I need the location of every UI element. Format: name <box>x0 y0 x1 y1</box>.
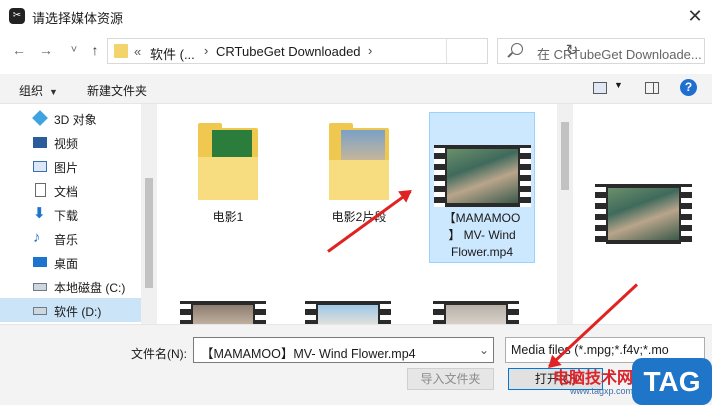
filename-value[interactable]: 【MAMAMOO】MV- Wind Flower.mp4 <box>201 343 416 362</box>
recent-locations-chevron-icon[interactable]: ˅ <box>64 40 84 60</box>
sidebar-item-label: 桌面 <box>54 257 79 271</box>
watermark-text: 电脑技术网 <box>553 370 634 387</box>
sidebar-item-label: 视频 <box>54 137 79 151</box>
sidebar-item-drive-c[interactable]: 本地磁盘 (C:) <box>0 274 141 298</box>
back-arrow-icon[interactable]: ← <box>9 40 29 60</box>
video-thumbnail-icon[interactable] <box>305 301 391 324</box>
chevron-down-icon[interactable]: ⌄ <box>479 343 489 357</box>
file-name-line-3: Flower.mp4 <box>450 245 514 259</box>
search-box[interactable]: 在 CRTubeGet Downloade... <box>497 38 705 64</box>
view-caret-icon[interactable]: ▼ <box>614 80 623 90</box>
new-folder-button[interactable]: 新建文件夹 <box>87 82 147 99</box>
download-icon: ⬇ <box>33 205 46 222</box>
sidebar-item-label: 本地磁盘 (C:) <box>54 281 126 295</box>
folder-item-movie1[interactable]: 电影1 <box>174 112 282 232</box>
filename-label: 文件名(N): <box>131 347 187 361</box>
document-icon <box>35 183 46 197</box>
caret-down-icon: ▼ <box>49 87 58 97</box>
forward-arrow-icon[interactable]: → <box>36 40 56 60</box>
watermark-url: www.tagxp.com <box>570 386 634 396</box>
sidebar-item-label: 图片 <box>54 161 79 175</box>
sidebar-scrollbar[interactable] <box>141 104 157 324</box>
sidebar-item-3d-objects[interactable]: 3D 对象 <box>0 106 141 130</box>
music-icon: ♪ <box>33 229 41 246</box>
video-icon <box>33 137 47 148</box>
sidebar-item-music[interactable]: ♪ 音乐 <box>0 226 141 250</box>
watermark-logo: TAG <box>632 358 712 405</box>
file-name-line-1: 【MAMAMOO <box>443 211 521 225</box>
sidebar-item-documents[interactable]: 文档 <box>0 178 141 202</box>
file-name: 电影1 <box>212 210 244 224</box>
desktop-icon <box>33 257 47 267</box>
up-arrow-icon[interactable]: ↑ <box>85 40 105 60</box>
scrollbar-thumb[interactable] <box>145 178 153 288</box>
breadcrumb-drive[interactable]: 软件 (... <box>150 44 195 63</box>
chevron-right-icon[interactable]: › <box>204 43 208 58</box>
filename-field[interactable]: 【MAMAMOO】MV- Wind Flower.mp4 ⌄ <box>193 337 494 363</box>
search-icon <box>511 43 523 55</box>
organize-label: 组织 <box>19 84 44 98</box>
title-bar: ✂ 请选择媒体资源 ✕ <box>0 0 712 32</box>
address-overflow[interactable]: « <box>134 44 141 59</box>
sidebar-item-downloads[interactable]: ⬇ 下载 <box>0 202 141 226</box>
picture-icon <box>33 161 47 172</box>
scrollbar-thumb[interactable] <box>561 122 569 190</box>
cube-3d-icon <box>32 110 48 126</box>
video-item-mamamoo[interactable]: 【MAMAMOO 】 MV- Wind Flower.mp4 <box>429 112 535 263</box>
sidebar-item-label: 3D 对象 <box>54 113 97 127</box>
breadcrumb-folder[interactable]: CRTubeGet Downloaded <box>216 44 361 59</box>
folder-icon <box>198 123 258 200</box>
sidebar-item-label: 软件 (D:) <box>54 305 102 319</box>
address-bar[interactable]: « 软件 (... › CRTubeGet Downloaded › ↻ <box>107 38 578 64</box>
view-mode-icon[interactable] <box>593 82 607 94</box>
navigation-pane: 3D 对象 视频 图片 文档 ⬇ 下载 ♪ 音乐 桌面 本地磁盘 (C:) 软件… <box>0 104 157 324</box>
command-toolbar: 组织 ▼ 新建文件夹 ▼ ? <box>0 74 712 104</box>
video-thumbnail-icon[interactable] <box>180 301 266 324</box>
file-list-scrollbar[interactable] <box>557 104 573 324</box>
import-folder-button[interactable]: 导入文件夹 <box>407 368 494 390</box>
file-type-value[interactable]: Media files (*.mpg;*.f4v;*.mo <box>511 343 669 357</box>
sidebar-item-label: 音乐 <box>54 233 79 247</box>
divider <box>446 39 447 63</box>
sidebar-item-desktop[interactable]: 桌面 <box>0 250 141 274</box>
video-preview-thumbnail <box>595 184 692 244</box>
sidebar-item-label: 下载 <box>54 209 79 223</box>
sidebar-item-drive-d[interactable]: 软件 (D:) <box>0 298 141 322</box>
sidebar-item-pictures[interactable]: 图片 <box>0 154 141 178</box>
app-logo-icon: ✂ <box>9 8 25 24</box>
help-icon[interactable]: ? <box>680 79 697 96</box>
folder-item-movie2-clips[interactable]: 电影2片段 <box>305 112 413 232</box>
drive-d-icon <box>33 307 47 315</box>
folder-icon <box>114 44 128 58</box>
file-name: 电影2片段 <box>331 210 387 224</box>
organize-menu[interactable]: 组织 ▼ <box>19 82 58 99</box>
window-title: 请选择媒体资源 <box>32 11 124 26</box>
watermark: 电脑技术网 www.tagxp.com TAG <box>536 358 712 405</box>
file-list: 电影1 电影2片段 【MAMAMOO 】 MV- Wind Flower.mp4 <box>157 104 557 324</box>
close-button[interactable]: ✕ <box>683 4 707 28</box>
video-thumbnail-icon[interactable] <box>433 301 519 324</box>
sidebar-item-label: 文档 <box>54 185 79 199</box>
folder-icon <box>329 123 389 200</box>
preview-pane-icon[interactable] <box>645 82 659 94</box>
video-thumbnail-icon <box>434 145 531 207</box>
chevron-right-icon[interactable]: › <box>368 43 372 58</box>
file-name-line-2: 】 MV- Wind <box>448 228 516 242</box>
preview-pane <box>573 104 712 324</box>
drive-c-icon <box>33 283 47 291</box>
sidebar-item-videos[interactable]: 视频 <box>0 130 141 154</box>
search-input[interactable]: 在 CRTubeGet Downloade... <box>537 44 702 63</box>
